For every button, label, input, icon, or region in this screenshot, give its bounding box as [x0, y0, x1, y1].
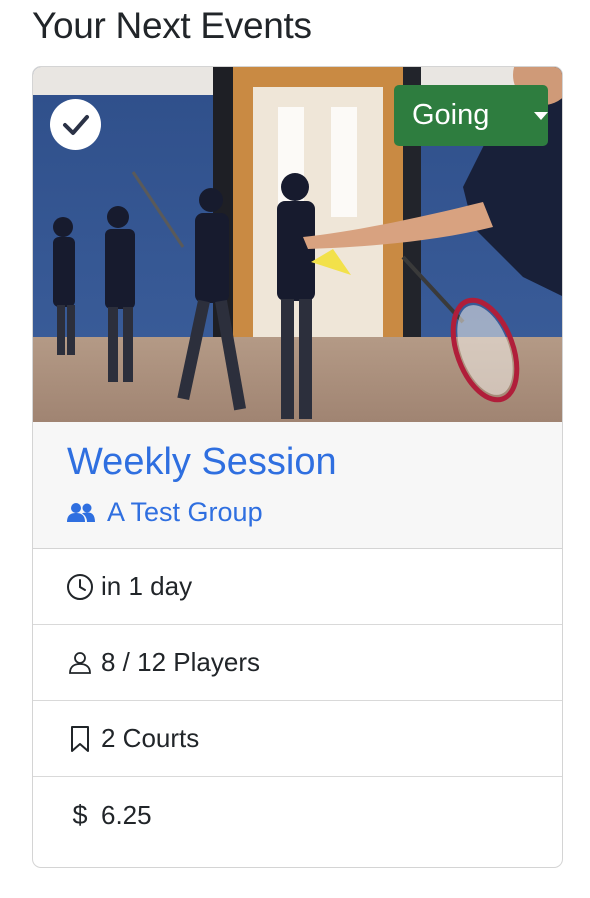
event-card[interactable]: Going Weekly Session A Test Group in 1 d… — [32, 66, 563, 868]
event-courts-row: 2 Courts — [33, 701, 562, 777]
event-header: Weekly Session A Test Group — [33, 422, 562, 549]
person-icon — [65, 648, 95, 678]
caret-down-icon[interactable] — [534, 111, 548, 120]
event-players-row: 8 / 12 Players — [33, 625, 562, 701]
event-time: in 1 day — [101, 571, 193, 601]
clock-icon — [65, 572, 95, 602]
event-players: 8 / 12 Players — [101, 647, 260, 677]
rsvp-status-label: Going — [412, 99, 490, 131]
event-title-link[interactable]: Weekly Session — [67, 440, 337, 484]
check-icon — [62, 114, 89, 135]
page-title: Your Next Events — [32, 5, 312, 46]
bookmark-icon — [65, 724, 95, 754]
users-icon — [67, 502, 95, 522]
event-time-row: in 1 day — [33, 549, 562, 625]
group-link[interactable]: A Test Group — [67, 497, 263, 528]
group-name: A Test Group — [107, 497, 263, 527]
rsvp-status-dropdown[interactable]: Going — [394, 85, 548, 146]
event-image: Going — [33, 67, 562, 422]
event-price-row: $ 6.25 — [33, 777, 562, 853]
dollar-icon: $ — [72, 799, 88, 830]
attending-check-badge — [50, 99, 101, 150]
event-courts: 2 Courts — [101, 723, 200, 753]
event-price: 6.25 — [101, 799, 152, 830]
